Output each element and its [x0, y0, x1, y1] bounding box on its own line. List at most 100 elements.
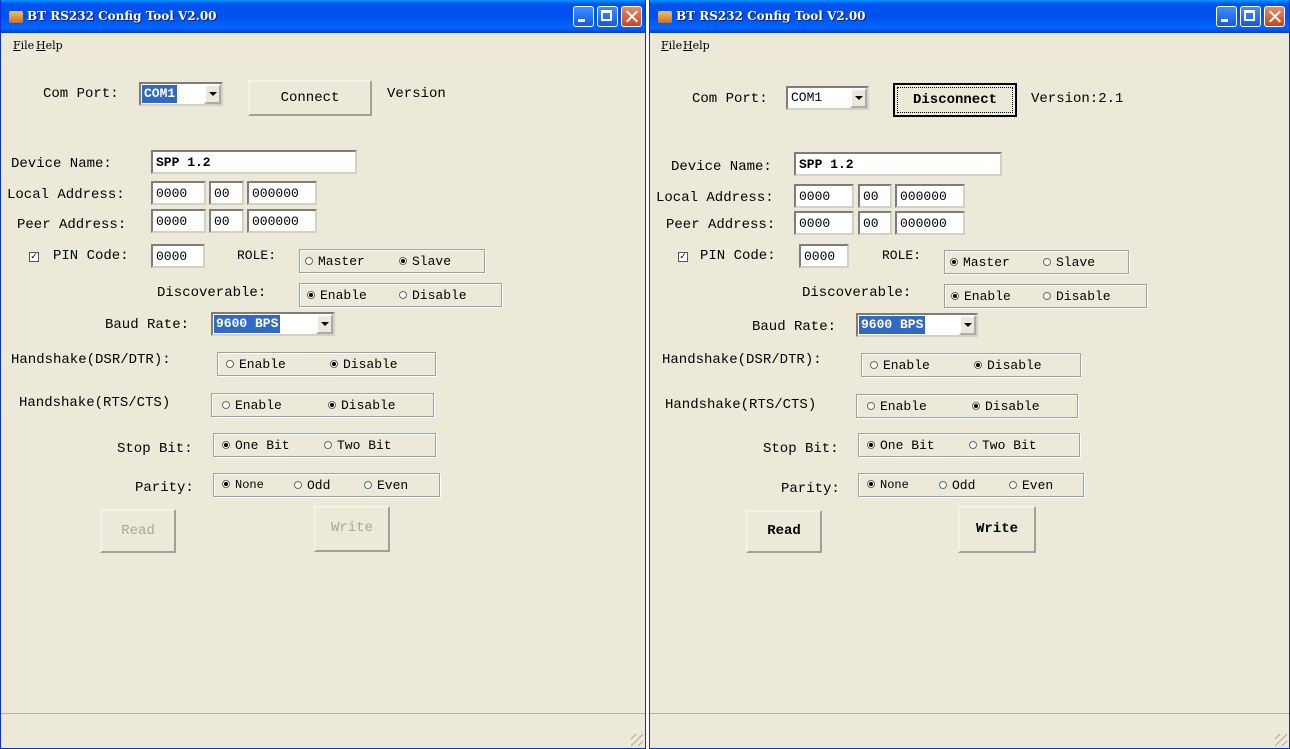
- role-slave-radio[interactable]: Slave: [1043, 255, 1095, 270]
- role-slave-radio[interactable]: Slave: [399, 254, 451, 269]
- stop-bit-two-radio[interactable]: Two Bit: [969, 438, 1037, 453]
- local-address-field-2[interactable]: 00: [858, 184, 892, 208]
- version-label: Version: [387, 86, 446, 102]
- parity-odd-radio[interactable]: Odd: [294, 478, 330, 493]
- write-button[interactable]: Write: [314, 506, 390, 552]
- peer-address-field-3[interactable]: 000000: [247, 209, 317, 233]
- menu-help[interactable]: Help: [683, 39, 710, 52]
- stop-bit-one-radio[interactable]: One Bit: [222, 438, 290, 453]
- minimize-button[interactable]: [573, 6, 594, 27]
- discoverable-label: Discoverable:: [802, 285, 912, 301]
- parity-group: None Odd Even: [213, 473, 440, 497]
- peer-address-field-3[interactable]: 000000: [895, 211, 965, 235]
- parity-even-radio[interactable]: Even: [1009, 478, 1053, 493]
- device-name-field[interactable]: SPP 1.2: [151, 150, 357, 174]
- handshake-rts-group: Enable Disable: [211, 393, 434, 417]
- parity-even-radio[interactable]: Even: [364, 478, 408, 493]
- close-button[interactable]: [621, 6, 642, 27]
- read-button[interactable]: Read: [746, 510, 822, 553]
- title-bar[interactable]: BT RS232 Config Tool V2.00: [1, 0, 645, 33]
- discoverable-disable-radio[interactable]: Disable: [1043, 289, 1111, 304]
- device-name-field[interactable]: SPP 1.2: [794, 152, 1002, 176]
- status-bar: [650, 713, 1289, 748]
- baud-rate-select[interactable]: 9600 BPS: [211, 312, 335, 336]
- handshake-rts-disable-radio[interactable]: Disable: [972, 399, 1040, 414]
- window-title: BT RS232 Config Tool V2.00: [676, 9, 866, 23]
- discoverable-disable-radio[interactable]: Disable: [399, 288, 467, 303]
- title-bar[interactable]: BT RS232 Config Tool V2.00: [650, 0, 1289, 33]
- peer-address-field-2[interactable]: 00: [858, 211, 892, 235]
- handshake-rts-enable-radio[interactable]: Enable: [222, 398, 282, 413]
- menu-help[interactable]: Help: [36, 39, 63, 52]
- disconnect-button[interactable]: Disconnect: [893, 83, 1017, 117]
- handshake-dsr-group: Enable Disable: [217, 352, 436, 376]
- peer-address-field-2[interactable]: 00: [209, 209, 244, 233]
- maximize-button[interactable]: [1240, 6, 1261, 27]
- app-icon: [9, 11, 23, 23]
- handshake-dsr-disable-radio[interactable]: Disable: [974, 358, 1042, 373]
- read-button[interactable]: Read: [100, 509, 176, 553]
- app-icon: [658, 11, 672, 23]
- menu-file[interactable]: File: [13, 39, 34, 52]
- local-address-field-3[interactable]: 000000: [247, 181, 317, 205]
- handshake-dsr-enable-radio[interactable]: Enable: [226, 357, 286, 372]
- com-port-label: Com Port:: [692, 91, 768, 107]
- com-port-value: COM1: [142, 85, 178, 103]
- discoverable-enable-radio[interactable]: Enable: [307, 288, 367, 303]
- stop-bit-label: Stop Bit:: [763, 441, 839, 457]
- connect-button[interactable]: Connect: [248, 80, 372, 116]
- pin-code-checkbox[interactable]: ✓: [29, 252, 39, 262]
- chevron-down-icon[interactable]: [204, 84, 221, 104]
- com-port-select[interactable]: COM1: [139, 82, 223, 106]
- local-address-field-2[interactable]: 00: [209, 181, 244, 205]
- handshake-rts-enable-radio[interactable]: Enable: [867, 399, 927, 414]
- parity-odd-radio[interactable]: Odd: [939, 478, 975, 493]
- peer-address-field-1[interactable]: 0000: [151, 209, 206, 233]
- baud-rate-select[interactable]: 9600 BPS: [856, 313, 978, 337]
- config-window-disconnected: BT RS232 Config Tool V2.00 File Help Com…: [0, 0, 646, 749]
- handshake-rts-group: Enable Disable: [856, 394, 1078, 418]
- local-address-field-3[interactable]: 000000: [895, 184, 965, 208]
- handshake-rts-disable-radio[interactable]: Disable: [328, 398, 396, 413]
- stop-bit-one-radio[interactable]: One Bit: [867, 438, 935, 453]
- maximize-button[interactable]: [597, 6, 618, 27]
- pin-code-field[interactable]: 0000: [799, 244, 849, 268]
- discoverable-group: Enable Disable: [299, 283, 502, 307]
- pin-code-label: PIN Code:: [700, 248, 776, 264]
- peer-address-field-1[interactable]: 0000: [794, 211, 854, 235]
- chevron-down-icon[interactable]: [316, 314, 333, 334]
- pin-code-field[interactable]: 0000: [151, 244, 205, 268]
- pin-code-label: PIN Code:: [53, 248, 129, 264]
- discoverable-group: Enable Disable: [944, 284, 1147, 308]
- menu-file[interactable]: File: [661, 39, 682, 52]
- discoverable-enable-radio[interactable]: Enable: [951, 289, 1011, 304]
- local-address-label: Local Address:: [656, 190, 774, 206]
- stop-bit-group: One Bit Two Bit: [213, 433, 436, 457]
- window-title: BT RS232 Config Tool V2.00: [27, 9, 217, 23]
- chevron-down-icon[interactable]: [959, 315, 976, 335]
- com-port-select[interactable]: COM1: [786, 86, 869, 110]
- local-address-field-1[interactable]: 0000: [151, 181, 206, 205]
- stop-bit-two-radio[interactable]: Two Bit: [324, 438, 392, 453]
- handshake-dsr-disable-radio[interactable]: Disable: [330, 357, 398, 372]
- role-master-radio[interactable]: Master: [305, 254, 365, 269]
- handshake-dsr-enable-radio[interactable]: Enable: [870, 358, 930, 373]
- resize-grip[interactable]: [631, 734, 643, 746]
- com-port-value: COM1: [791, 90, 823, 105]
- parity-none-radio[interactable]: None: [867, 478, 909, 492]
- handshake-dsr-label: Handshake(DSR/DTR):: [662, 352, 822, 368]
- parity-label: Parity:: [135, 480, 194, 496]
- minimize-button[interactable]: [1216, 6, 1237, 27]
- role-label: ROLE:: [237, 248, 277, 263]
- close-button[interactable]: [1264, 6, 1285, 27]
- pin-code-checkbox[interactable]: ✓: [678, 252, 688, 262]
- parity-none-radio[interactable]: None: [222, 478, 264, 492]
- version-label: Version:2.1: [1031, 91, 1124, 107]
- role-master-radio[interactable]: Master: [950, 255, 1010, 270]
- chevron-down-icon[interactable]: [850, 88, 867, 108]
- local-address-field-1[interactable]: 0000: [794, 184, 854, 208]
- handshake-rts-label: Handshake(RTS/CTS): [665, 397, 817, 413]
- write-button[interactable]: Write: [958, 506, 1036, 553]
- stop-bit-label: Stop Bit:: [117, 441, 193, 457]
- resize-grip[interactable]: [1275, 734, 1287, 746]
